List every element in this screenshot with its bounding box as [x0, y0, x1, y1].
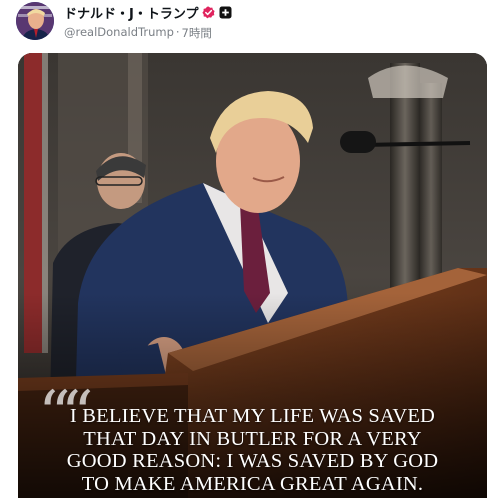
post-image[interactable]: ““ I BELIEVE THAT MY LIFE WAS SAVED THAT…: [18, 53, 487, 498]
verified-check-icon: [202, 6, 216, 19]
post-timestamp[interactable]: 7時間: [182, 25, 212, 41]
author-meta: @realDonaldTrump · 7時間: [64, 25, 212, 41]
author-display-name[interactable]: ドナルド・J・トランプ: [64, 3, 198, 22]
square-logo-icon: [219, 6, 232, 19]
quote-line-2: THAT DAY IN BUTLER FOR A VERY: [83, 427, 422, 450]
avatar[interactable]: [16, 2, 54, 40]
quote-text: I BELIEVE THAT MY LIFE WAS SAVED THAT DA…: [18, 405, 487, 495]
quote-line-4: TO MAKE AMERICA GREAT AGAIN.: [81, 472, 424, 495]
meta-separator: ·: [175, 25, 180, 39]
quote-line-3: GOOD REASON: I WAS SAVED BY GOD: [66, 450, 439, 472]
post-header: ドナルド・J・トランプ @realDonaldTrump · 7時間: [0, 0, 500, 48]
author-handle[interactable]: @realDonaldTrump: [64, 25, 174, 41]
quote-line-1: I BELIEVE THAT MY LIFE WAS SAVED: [69, 405, 436, 427]
author-name-row: ドナルド・J・トランプ: [64, 3, 232, 22]
